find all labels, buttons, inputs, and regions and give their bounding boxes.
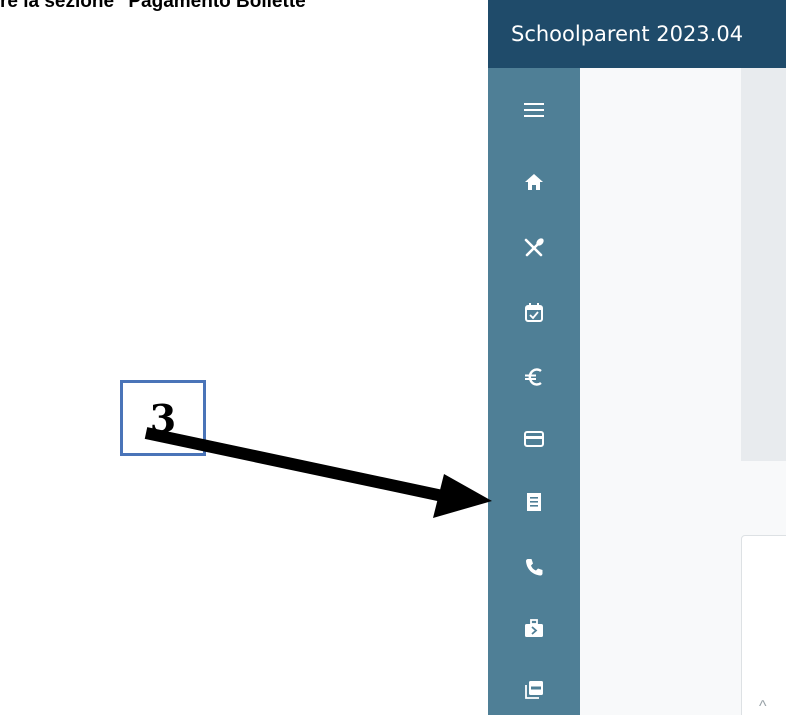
sidebar-item-card[interactable]: [488, 415, 580, 463]
step-number: 3: [149, 395, 177, 441]
instruction-text: re la sezione "Pagamento Bollette": [0, 0, 315, 12]
sidebar-item-home[interactable]: [488, 158, 580, 206]
sidebar-item-canteen[interactable]: [488, 223, 580, 271]
sidebar: [488, 68, 580, 715]
content-card: ^: [741, 535, 786, 715]
sidebar-item-contacts[interactable]: [488, 543, 580, 591]
sidebar-item-menu[interactable]: [488, 86, 580, 134]
home-icon: [523, 171, 545, 193]
sidebar-item-calendar[interactable]: [488, 288, 580, 336]
sidebar-item-payments[interactable]: [488, 353, 580, 401]
menu-icon: [523, 99, 545, 121]
briefcase-icon: [523, 617, 545, 639]
content-panel: [741, 68, 786, 461]
step-callout: 3: [120, 380, 206, 456]
sidebar-item-bills[interactable]: [488, 478, 580, 526]
fork-knife-icon: [523, 236, 545, 258]
chevron-up-icon: ^: [759, 698, 767, 715]
app-title: Schoolparent 2023.04: [511, 22, 744, 46]
calendar-check-icon: [523, 301, 545, 323]
receipt-icon: [523, 491, 545, 513]
sidebar-item-briefcase[interactable]: [488, 604, 580, 652]
euro-icon: [523, 366, 545, 388]
sidebar-item-documents[interactable]: [488, 666, 580, 714]
app-header: Schoolparent 2023.04: [488, 0, 786, 68]
app-window: Schoolparent 2023.04 ^: [488, 0, 786, 715]
pdf-icon: [523, 679, 545, 701]
credit-card-icon: [523, 428, 545, 450]
phone-icon: [523, 556, 545, 578]
